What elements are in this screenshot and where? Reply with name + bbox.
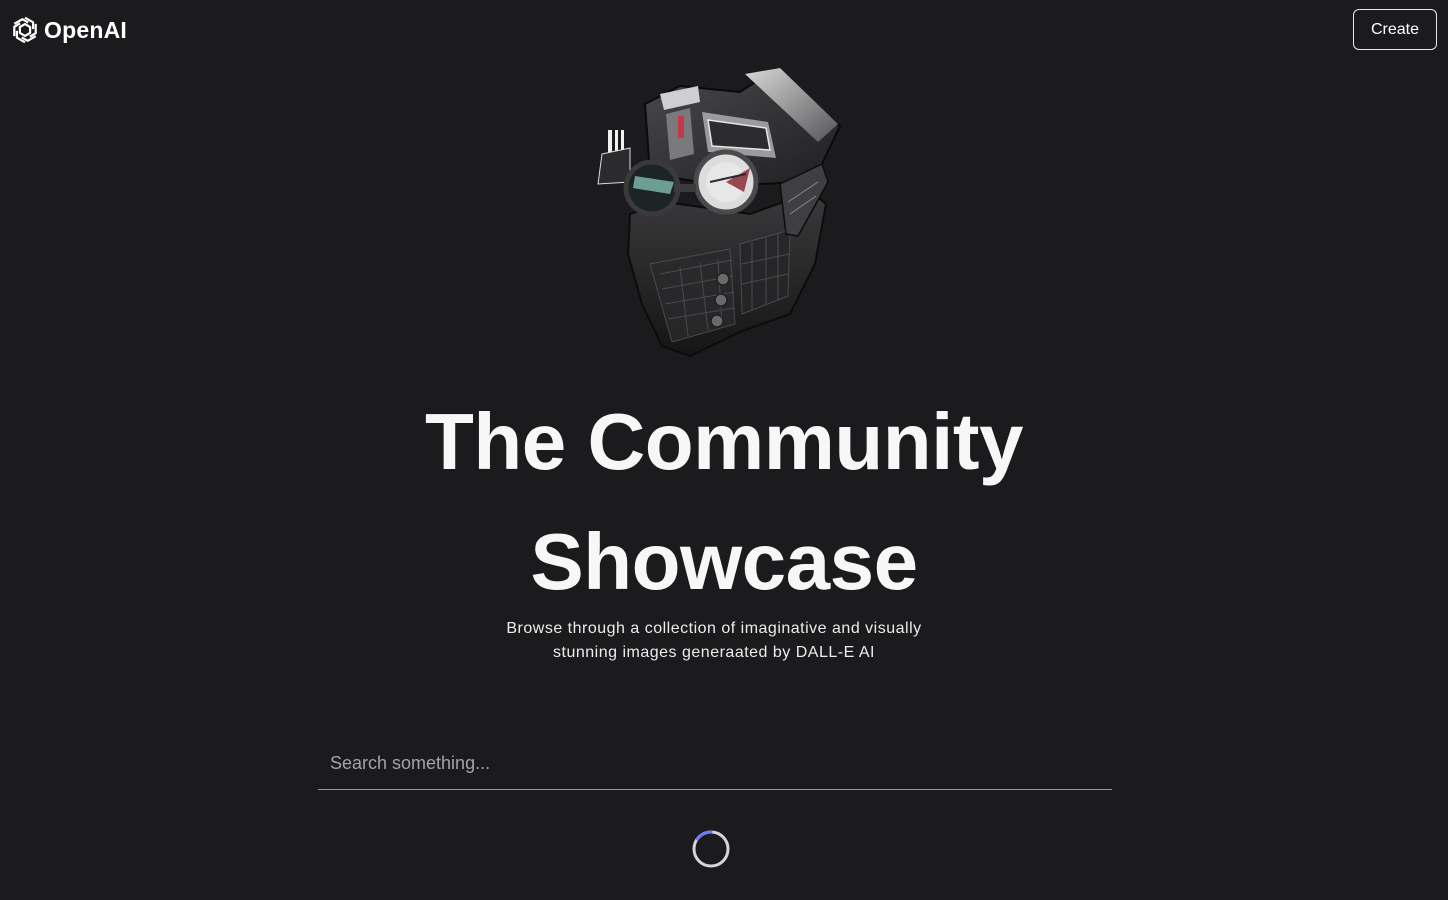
- brand-name: OpenAI: [44, 16, 127, 43]
- loading-spinner-icon: [692, 830, 730, 868]
- showcase-page: OpenAI Create The Community Showcase Bro…: [0, 0, 1448, 900]
- openai-logo-icon: [13, 16, 37, 44]
- page-subtitle: Browse through a collection of imaginati…: [474, 617, 954, 665]
- page-subtitle-line-2: stunning images generaated by DALL-E AI: [553, 644, 875, 661]
- search-bar: [318, 740, 1112, 790]
- page-title-line-2: Showcase: [530, 517, 918, 606]
- search-input[interactable]: [318, 740, 1112, 786]
- page-title: The Community Showcase: [0, 382, 1448, 622]
- robot-head-illustration: [597, 67, 842, 358]
- openai-home-link[interactable]: OpenAI: [8, 12, 127, 48]
- page-title-line-1: The Community: [425, 397, 1023, 486]
- create-button[interactable]: Create: [1353, 9, 1437, 50]
- page-subtitle-line-1: Browse through a collection of imaginati…: [506, 620, 922, 637]
